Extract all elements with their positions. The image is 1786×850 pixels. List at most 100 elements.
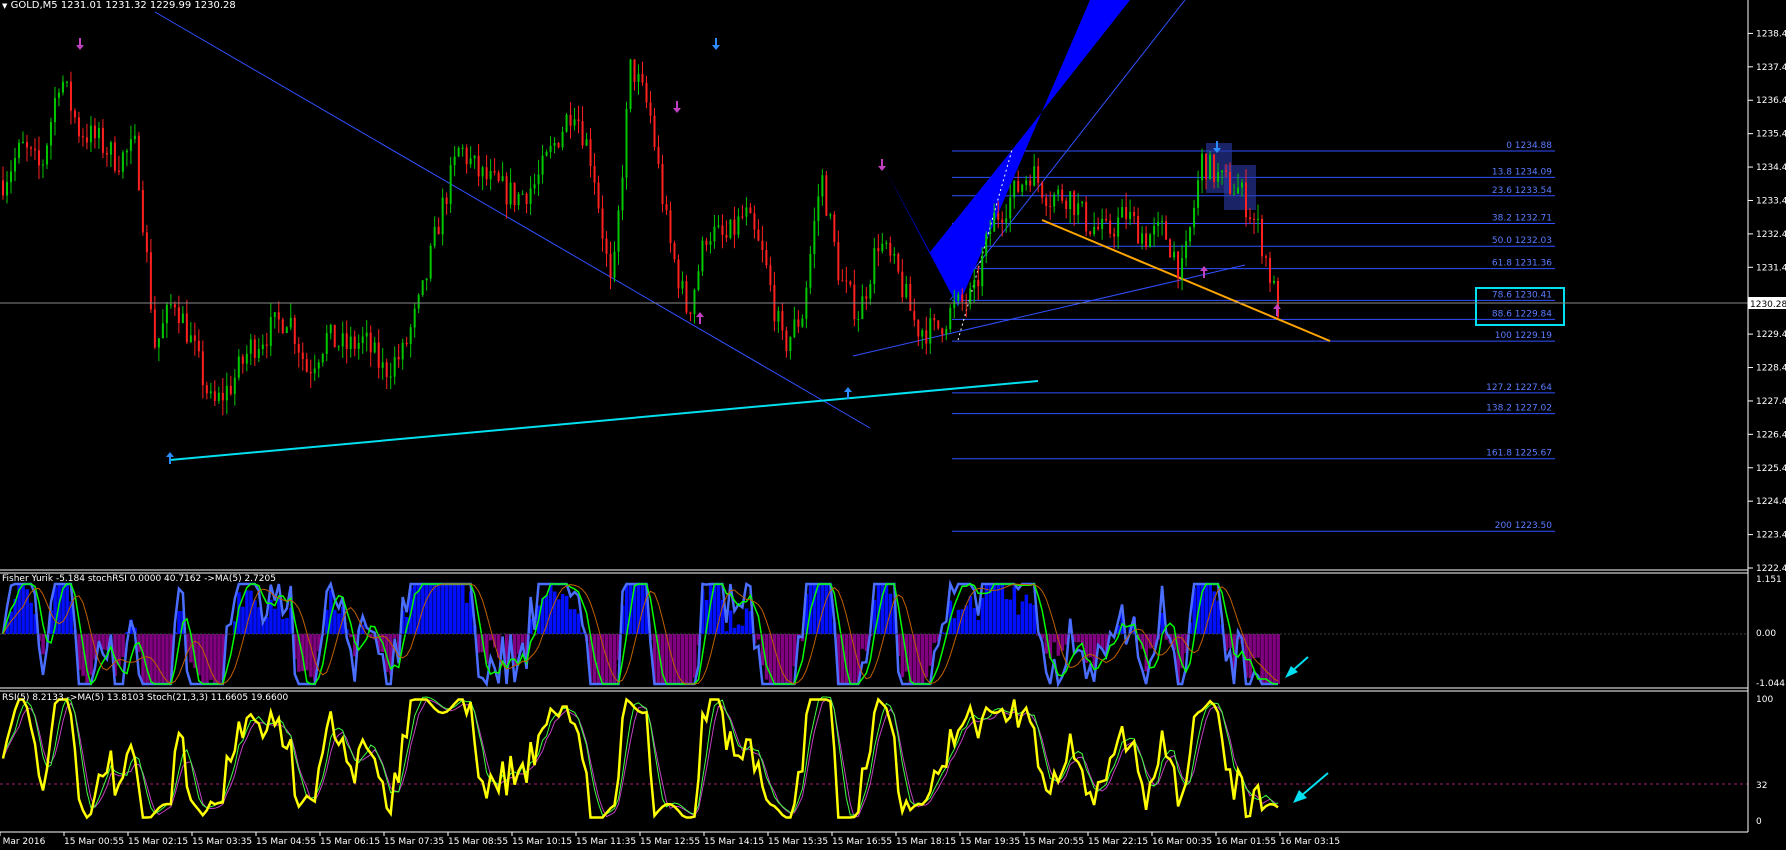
histogram-bar bbox=[1020, 601, 1025, 634]
candle bbox=[733, 206, 736, 249]
oscillator-panel-1[interactable] bbox=[0, 579, 1748, 688]
candle bbox=[133, 124, 136, 144]
candle bbox=[249, 333, 252, 366]
candle bbox=[329, 323, 332, 340]
candle bbox=[549, 136, 552, 159]
candle bbox=[341, 321, 344, 358]
candle bbox=[985, 231, 988, 264]
candle bbox=[573, 107, 576, 131]
candle bbox=[225, 372, 228, 415]
candle bbox=[813, 207, 816, 269]
candle bbox=[285, 326, 288, 334]
candle bbox=[937, 320, 940, 331]
histogram-bar bbox=[1252, 634, 1256, 658]
candle bbox=[73, 108, 76, 124]
candle bbox=[229, 376, 232, 396]
fib-level-label: 23.6 1233.54 bbox=[1492, 186, 1552, 196]
histogram-bar bbox=[756, 634, 761, 640]
harmonic-pattern-right bbox=[930, 0, 1130, 307]
candle bbox=[1145, 226, 1148, 250]
current-price-label: 1230.28 bbox=[1748, 297, 1786, 310]
candle bbox=[861, 284, 864, 320]
candle bbox=[1265, 254, 1268, 267]
candle bbox=[1137, 207, 1140, 244]
current-price-text: 1230.28 bbox=[1750, 300, 1786, 310]
candle bbox=[809, 245, 812, 295]
candle bbox=[201, 340, 204, 399]
histogram-bar bbox=[1052, 634, 1057, 643]
candle bbox=[237, 349, 240, 381]
time-tick-label: 15 Mar 12:55 bbox=[640, 837, 700, 847]
time-tick-label: 15 Mar 07:35 bbox=[384, 837, 444, 847]
candle bbox=[17, 139, 20, 164]
indicator-2-header: RSI(5) 8.2133 ->MA(5) 13.8103 Stoch(21,3… bbox=[2, 693, 289, 703]
candle bbox=[849, 280, 852, 288]
histogram-bar bbox=[976, 619, 981, 634]
candle bbox=[437, 217, 440, 235]
price-tick-label: 1234.40 bbox=[1756, 163, 1786, 173]
price-panel[interactable]: 0 1234.88 13.8 1234.09 23.6 1233.54 38.2 12… bbox=[0, 0, 1786, 532]
price-tick-label: 1231.40 bbox=[1756, 263, 1786, 273]
candle bbox=[453, 145, 456, 177]
cyan-support-trendline bbox=[169, 380, 1039, 461]
candle bbox=[761, 225, 764, 263]
candle bbox=[541, 144, 544, 184]
time-tick-label: 15 Mar 00:55 bbox=[64, 837, 124, 847]
histogram-bar bbox=[41, 634, 45, 655]
fractal-up-arrow-icon bbox=[166, 452, 174, 464]
time-tick-label: 16 Mar 03:15 bbox=[1280, 837, 1340, 847]
candle bbox=[401, 338, 404, 370]
histogram-bar bbox=[1004, 599, 1009, 634]
price-tick-label: 1238.40 bbox=[1756, 29, 1786, 39]
candle bbox=[617, 205, 620, 265]
collapse-triangle-icon[interactable]: ▼ bbox=[2, 2, 7, 10]
histogram-bar bbox=[672, 634, 677, 684]
candle bbox=[1089, 230, 1092, 237]
candle bbox=[477, 143, 480, 187]
candle bbox=[653, 108, 656, 151]
candle bbox=[337, 345, 340, 351]
histogram-bar bbox=[744, 608, 749, 634]
oscillator-panel-2[interactable] bbox=[0, 696, 1748, 820]
candle bbox=[41, 159, 44, 179]
candle bbox=[77, 111, 80, 143]
candle bbox=[481, 165, 484, 191]
candle bbox=[749, 202, 752, 214]
candle bbox=[301, 342, 304, 371]
fractal-down-arrow-icon bbox=[673, 101, 681, 113]
histogram-bar bbox=[824, 584, 829, 634]
candle bbox=[681, 271, 684, 295]
trading-chart[interactable]: 0 1234.88 13.8 1234.09 23.6 1233.54 38.2 12… bbox=[0, 0, 1786, 850]
candle bbox=[153, 296, 156, 350]
candle bbox=[577, 105, 580, 134]
candle bbox=[97, 121, 100, 149]
candle bbox=[397, 343, 400, 368]
candle bbox=[1149, 232, 1152, 248]
candle bbox=[1161, 215, 1164, 236]
candle bbox=[373, 337, 376, 354]
candle bbox=[457, 146, 460, 158]
candle bbox=[905, 275, 908, 300]
candle bbox=[161, 309, 164, 339]
histogram-bar bbox=[21, 584, 25, 634]
candle bbox=[385, 358, 388, 389]
candle bbox=[1121, 198, 1124, 218]
histogram-bar bbox=[249, 590, 253, 634]
candle bbox=[685, 275, 688, 315]
histogram-bar bbox=[201, 634, 205, 684]
time-tick-label: 15 Mar 20:55 bbox=[1024, 837, 1084, 847]
candle bbox=[1021, 183, 1024, 197]
time-tick-label: 15 Mar 10:15 bbox=[512, 837, 572, 847]
histogram-bar bbox=[241, 606, 245, 634]
histogram-bar bbox=[608, 634, 613, 684]
candle bbox=[289, 303, 292, 331]
candle bbox=[1081, 200, 1084, 207]
candle bbox=[433, 216, 436, 249]
histogram-bar bbox=[453, 584, 457, 634]
candle bbox=[845, 266, 848, 294]
candle bbox=[509, 168, 512, 209]
candle bbox=[589, 127, 592, 178]
fractal-up-arrow-icon bbox=[1273, 304, 1281, 316]
histogram-bar bbox=[560, 594, 565, 634]
candle bbox=[293, 314, 296, 355]
